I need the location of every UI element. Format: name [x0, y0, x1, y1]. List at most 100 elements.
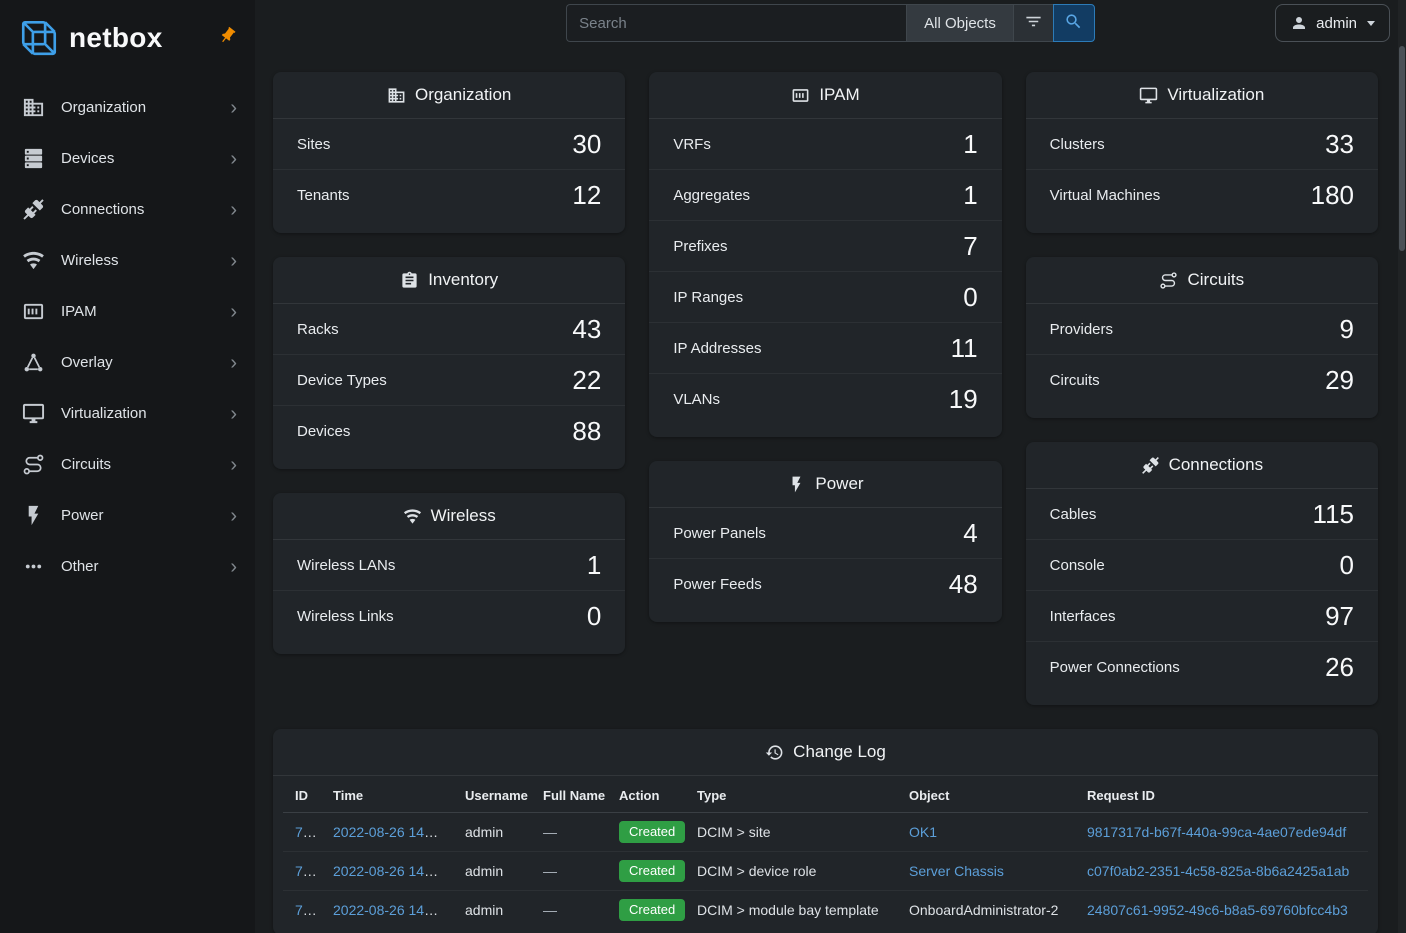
stat-label[interactable]: Wireless LANs: [297, 557, 395, 574]
card-ipam: IPAM VRFs 1 Aggregates 1 Prefixes 7 IP Ranges 0 I…: [649, 72, 1001, 437]
stat-label[interactable]: Wireless Links: [297, 608, 394, 625]
sidebar-item-power[interactable]: Power›: [0, 490, 255, 541]
sidebar-item-connections[interactable]: Connections›: [0, 184, 255, 235]
changelog-table-wrap: IDTimeUsernameFull NameActionTypeObjectR…: [273, 776, 1378, 933]
sidebar-item-virtualization[interactable]: Virtualization›: [0, 388, 255, 439]
stat-label[interactable]: IP Ranges: [673, 289, 743, 306]
sidebar-item-circuits[interactable]: Circuits›: [0, 439, 255, 490]
stat-value[interactable]: 115: [1313, 500, 1354, 528]
stat-value[interactable]: 180: [1311, 181, 1354, 209]
sidebar-item-devices[interactable]: Devices›: [0, 133, 255, 184]
stat-label[interactable]: VLANs: [673, 391, 720, 408]
user-menu-button[interactable]: admin: [1275, 4, 1390, 42]
stat-value[interactable]: 22: [572, 366, 601, 394]
stat-value[interactable]: 26: [1325, 653, 1354, 681]
stat-label[interactable]: Power Connections: [1050, 659, 1180, 676]
changelog-request-id-link[interactable]: 9817317d-b67f-440a-99ca-4ae07ede94df: [1087, 824, 1346, 840]
stat-value[interactable]: 0: [1340, 551, 1354, 579]
stat-value[interactable]: 4: [963, 519, 977, 547]
changelog-time-link[interactable]: 2022-08-26 14:17: [333, 863, 444, 879]
changelog-username: admin: [465, 863, 503, 879]
stat-label[interactable]: Cables: [1050, 506, 1097, 523]
stat-label[interactable]: Sites: [297, 136, 330, 153]
sidebar-item-wireless[interactable]: Wireless›: [0, 235, 255, 286]
stat-value[interactable]: 12: [572, 181, 601, 209]
stat-label[interactable]: Providers: [1050, 321, 1113, 338]
card-header: Connections: [1026, 442, 1378, 489]
stat-label[interactable]: VRFs: [673, 136, 711, 153]
stat-label[interactable]: Aggregates: [673, 187, 750, 204]
stat-value[interactable]: 7: [963, 232, 977, 260]
stat-value[interactable]: 0: [587, 602, 601, 630]
chevron-right-icon: ›: [230, 149, 237, 169]
search-input[interactable]: [566, 4, 906, 42]
sidebar-item-overlay[interactable]: Overlay›: [0, 337, 255, 388]
stat-value[interactable]: 9: [1340, 315, 1354, 343]
stat-label[interactable]: Circuits: [1050, 372, 1100, 389]
changelog-request-id-link[interactable]: 24807c61-9952-49c6-b8a5-69760bfcc4b3: [1087, 902, 1348, 918]
changelog-username: admin: [465, 824, 503, 840]
stat-label[interactable]: Racks: [297, 321, 339, 338]
stat-value[interactable]: 30: [572, 130, 601, 158]
changelog-column-id: ID: [283, 776, 321, 813]
filter-button[interactable]: [1013, 4, 1053, 42]
stat-label[interactable]: Power Panels: [673, 525, 766, 542]
stat-label[interactable]: Power Feeds: [673, 576, 761, 593]
stat-value[interactable]: 11: [951, 334, 978, 362]
changelog-request-id-link[interactable]: c07f0ab2-2351-4c58-825a-8b6a2425a1ab: [1087, 863, 1349, 879]
netbox-logo[interactable]: netbox: [18, 17, 163, 59]
changelog-object-link[interactable]: OK1: [909, 824, 937, 840]
stat-label[interactable]: Devices: [297, 423, 350, 440]
filter-icon: [1024, 12, 1043, 34]
stat-value[interactable]: 48: [949, 570, 978, 598]
sidebar-item-ipam[interactable]: IPAM›: [0, 286, 255, 337]
changelog-fullname: —: [543, 863, 557, 879]
scrollbar[interactable]: [1398, 0, 1406, 933]
stat-label[interactable]: Device Types: [297, 372, 387, 389]
card-header: Organization: [273, 72, 625, 119]
changelog-object-link[interactable]: Server Chassis: [909, 863, 1004, 879]
changelog-column-type: Type: [685, 776, 897, 813]
stat-value[interactable]: 1: [963, 130, 977, 158]
virtualization-icon: [22, 402, 45, 425]
stat-value[interactable]: 88: [572, 417, 601, 445]
stat-value[interactable]: 33: [1325, 130, 1354, 158]
stat-value[interactable]: 1: [587, 551, 601, 579]
changelog-column-action: Action: [607, 776, 685, 813]
stat-label[interactable]: Prefixes: [673, 238, 727, 255]
sidebar-item-organization[interactable]: Organization›: [0, 82, 255, 133]
changelog-id-link[interactable]: 754: [295, 863, 318, 879]
chevron-right-icon: ›: [230, 557, 237, 577]
scrollbar-thumb[interactable]: [1399, 46, 1405, 251]
stat-label[interactable]: Clusters: [1050, 136, 1105, 153]
stat-row-console: Console 0: [1026, 540, 1378, 591]
stat-value[interactable]: 43: [572, 315, 601, 343]
connections-icon: [1141, 456, 1160, 475]
chevron-right-icon: ›: [230, 404, 237, 424]
pin-sidebar-icon[interactable]: [218, 26, 237, 45]
stat-value[interactable]: 1: [963, 181, 977, 209]
card-wireless: WirelessWireless LANs1Wireless Links0: [273, 493, 625, 654]
stat-value[interactable]: 29: [1325, 366, 1354, 394]
changelog-time-link[interactable]: 2022-08-26 14:15: [333, 902, 444, 918]
changelog-title: Change Log: [793, 742, 886, 762]
card-virtualization: VirtualizationClusters33Virtual Machines…: [1026, 72, 1378, 233]
stat-label[interactable]: Virtual Machines: [1050, 187, 1161, 204]
chevron-right-icon: ›: [230, 200, 237, 220]
stat-label[interactable]: Tenants: [297, 187, 350, 204]
sidebar-item-label: Circuits: [61, 456, 111, 473]
sidebar-item-other[interactable]: Other›: [0, 541, 255, 592]
stat-value[interactable]: 19: [949, 385, 978, 413]
card-organization: Organization Sites 30 Tenants 12: [273, 72, 625, 233]
changelog-id-link[interactable]: 753: [295, 902, 318, 918]
stat-value[interactable]: 97: [1325, 602, 1354, 630]
stat-label[interactable]: IP Addresses: [673, 340, 761, 357]
search-submit-button[interactable]: [1053, 4, 1095, 42]
stat-label[interactable]: Interfaces: [1050, 608, 1116, 625]
object-type-selector-button[interactable]: All Objects: [906, 4, 1013, 42]
card-title: IPAM: [819, 85, 859, 105]
stat-value[interactable]: 0: [963, 283, 977, 311]
stat-label[interactable]: Console: [1050, 557, 1105, 574]
changelog-time-link[interactable]: 2022-08-26 14:22: [333, 824, 444, 840]
changelog-id-link[interactable]: 755: [295, 824, 318, 840]
